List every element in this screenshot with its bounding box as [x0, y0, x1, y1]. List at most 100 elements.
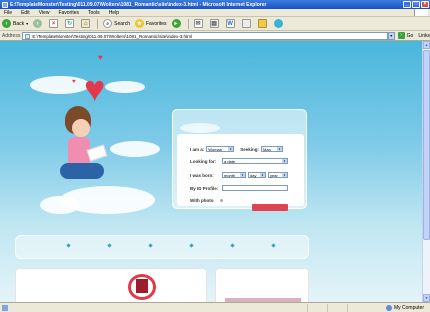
born-month-select[interactable]: month ▾ [222, 172, 246, 178]
status-cell [308, 303, 328, 312]
with-photo-label: With photo [190, 198, 214, 203]
born-row: I was born: month ▾ day ▾ year ▾ [190, 172, 288, 178]
go-button[interactable]: › Go [397, 32, 414, 39]
search-icon: ⌕ [103, 19, 113, 28]
favorites-button[interactable]: ★ Favorites [134, 19, 167, 28]
refresh-button[interactable]: ↻ [65, 19, 76, 28]
heart-icon: ♥ [72, 79, 76, 85]
discuss-icon [241, 19, 251, 28]
scrollbar-thumb[interactable] [423, 50, 430, 240]
menu-view[interactable]: View [39, 10, 50, 16]
with-photo-checkbox[interactable] [220, 199, 224, 202]
chevron-down-icon: ▾ [240, 173, 245, 177]
minimize-button[interactable]: _ [403, 1, 411, 8]
messenger-icon [273, 19, 283, 28]
big-heart-icon: ♥ [84, 68, 106, 109]
with-photo-row: With photo [190, 198, 224, 203]
scroll-down-button[interactable]: ▾ [423, 294, 430, 302]
search-label: Search [114, 20, 130, 27]
stop-button[interactable]: × [49, 19, 60, 28]
id-profile-label: By ID Profile: [190, 185, 219, 191]
menu-help[interactable]: Help [109, 10, 119, 16]
folder-button[interactable] [257, 19, 269, 28]
back-label: Back [13, 20, 25, 27]
seeking-value: Man [263, 146, 271, 152]
born-year-value: year [270, 172, 278, 178]
links-button[interactable]: Links [418, 33, 430, 39]
window-titlebar: E:\TemplateMonster\Testing\011.09.07\Wol… [0, 0, 430, 9]
edit-button[interactable]: W [225, 19, 237, 28]
cloud-decoration [110, 141, 160, 157]
born-month-value: month [224, 172, 236, 178]
back-button[interactable]: ‹ Back ▾ [2, 19, 28, 28]
cloud-decoration [105, 81, 145, 93]
maximize-button[interactable]: □ [412, 1, 420, 8]
scroll-up-button[interactable]: ▴ [423, 41, 430, 49]
chevron-down-icon[interactable]: ▾ [26, 21, 28, 26]
ie-icon [2, 1, 8, 8]
stop-icon: × [49, 19, 59, 28]
chevron-down-icon: ▾ [282, 173, 287, 177]
i-am-label: I am a: [190, 146, 205, 152]
messenger-button[interactable] [273, 19, 285, 28]
forward-arrow-icon: › [33, 19, 43, 28]
menu-favorites[interactable]: Favorites [58, 10, 79, 16]
mail-button[interactable]: ✉ [193, 19, 205, 28]
mail-icon: ✉ [193, 19, 203, 28]
star-icon: ★ [134, 19, 144, 28]
born-label: I was born: [190, 172, 214, 178]
seeking-label: Seeking: [240, 146, 260, 152]
vertical-scrollbar[interactable]: ▴ ▾ [422, 41, 430, 302]
menu-tools[interactable]: Tools [88, 10, 100, 16]
heart-icon: ♥ [98, 53, 103, 62]
media-icon: ▸ [171, 19, 181, 28]
folder-icon [257, 19, 267, 28]
looking-for-label: Looking for: [190, 158, 217, 164]
address-bar: Address E:\TemplateMonster\Testing\011.0… [0, 31, 430, 41]
edit-icon: W [225, 19, 235, 28]
id-profile-row: By ID Profile: [190, 185, 288, 191]
address-dropdown-button[interactable]: ▾ [387, 31, 395, 40]
close-button[interactable]: × [421, 1, 429, 8]
i-am-row: I am a: Woman ▾ Seeking: Man ▾ [190, 146, 284, 152]
home-button[interactable]: ⌂ [81, 19, 92, 28]
chevron-down-icon: ▾ [260, 173, 265, 177]
content-card-left [15, 268, 207, 302]
gift-image [136, 279, 148, 293]
windows-logo-icon [414, 9, 428, 16]
zone-label: My Computer [393, 304, 424, 311]
back-arrow-icon: ‹ [2, 19, 11, 28]
menu-file[interactable]: File [4, 10, 12, 16]
search-form-body [177, 134, 304, 206]
seeking-select[interactable]: Man ▾ [261, 146, 284, 152]
address-input[interactable]: E:\TemplateMonster\Testing\011.09.07\Wol… [22, 31, 388, 40]
menu-edit[interactable]: Edit [21, 10, 30, 16]
i-am-value: Woman [208, 146, 222, 152]
girl-face [72, 119, 90, 137]
navigation-strip [15, 235, 309, 259]
born-day-select[interactable]: day ▾ [248, 172, 266, 178]
security-zone: My Computer [385, 304, 430, 311]
cloud-decoration [30, 76, 90, 94]
page-viewport: ♥ ♥ ♥ I am a: Woman ▾ Seeking: Man ▾ Loo… [0, 41, 422, 302]
chevron-down-icon: ▾ [277, 147, 283, 151]
status-text [8, 303, 308, 312]
looking-for-row: Looking for: a date ▾ [190, 158, 288, 164]
born-year-select[interactable]: year ▾ [268, 172, 288, 178]
address-value: E:\TemplateMonster\Testing\011.09.07\Wol… [32, 33, 193, 39]
print-button[interactable]: ▤ [209, 19, 221, 28]
looking-for-value: a date [224, 158, 236, 164]
i-am-select[interactable]: Woman ▾ [206, 146, 235, 152]
go-label: Go [406, 32, 414, 39]
search-submit-button[interactable] [252, 204, 288, 211]
content-card-right [215, 268, 309, 302]
discuss-button[interactable] [241, 19, 253, 28]
forward-button[interactable]: › [33, 19, 44, 28]
id-profile-input[interactable] [222, 185, 288, 191]
media-button[interactable]: ▸ [171, 19, 183, 28]
looking-for-select[interactable]: a date ▾ [222, 158, 288, 164]
home-icon: ⌂ [81, 19, 91, 28]
computer-icon [385, 304, 392, 311]
refresh-icon: ↻ [65, 19, 75, 28]
search-button[interactable]: ⌕ Search [103, 19, 130, 28]
